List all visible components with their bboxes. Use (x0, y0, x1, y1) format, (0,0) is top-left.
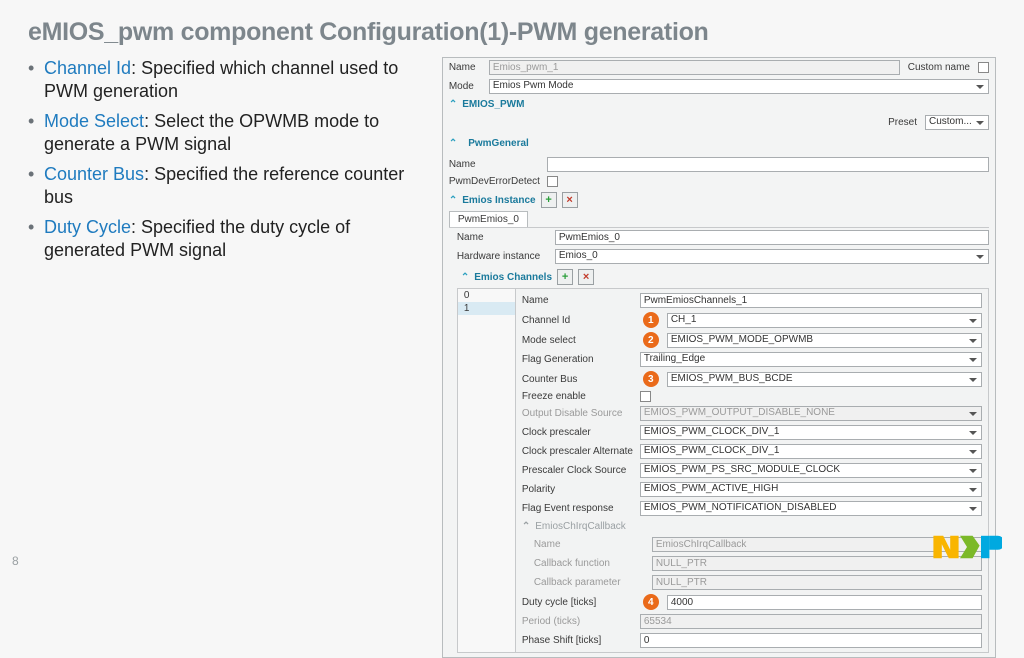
cb-fn-label: Callback function (534, 558, 644, 569)
prescaler-clock-src-label: Prescaler Clock Source (522, 465, 632, 476)
list-item[interactable]: 0 (458, 289, 515, 302)
bullet-mode-select: Mode Select: Select the OPWMB mode to ge… (28, 110, 424, 155)
add-channel-button[interactable]: + (557, 269, 573, 285)
flag-event-select[interactable]: EMIOS_PWM_NOTIFICATION_DISABLED (640, 501, 982, 516)
output-disable-select: EMIOS_PWM_OUTPUT_DISABLE_NONE (640, 406, 982, 421)
slide-title: eMIOS_pwm component Configuration(1)-PWM… (28, 18, 996, 47)
preset-label: Preset (888, 117, 917, 128)
remove-channel-button[interactable]: × (578, 269, 594, 285)
name-label: Name (449, 62, 481, 73)
chevron-down-icon[interactable]: ⌃ (449, 195, 457, 206)
ods-label: Output Disable Source (522, 408, 632, 419)
section-pwmgeneral: PwmGeneral (462, 135, 535, 152)
prescaler-clock-src-select[interactable]: EMIOS_PWM_PS_SRC_MODULE_CLOCK (640, 463, 982, 478)
flag-gen-select[interactable]: Trailing_Edge (640, 352, 982, 367)
counter-bus-select[interactable]: EMIOS_PWM_BUS_BCDE (667, 372, 982, 387)
bullet-duty-cycle: Duty Cycle: Specified the duty cycle of … (28, 216, 424, 261)
mode-select-dropdown[interactable]: EMIOS_PWM_MODE_OPWMB (667, 333, 982, 348)
clock-prescaler-select[interactable]: EMIOS_PWM_CLOCK_DIV_1 (640, 425, 982, 440)
remove-instance-button[interactable]: × (562, 192, 578, 208)
section-emios-instance: Emios Instance (462, 195, 535, 206)
gen-name-field[interactable] (547, 157, 989, 172)
clock-prescaler-label: Clock prescaler (522, 427, 632, 438)
duty-cycle-field[interactable] (667, 595, 982, 610)
callout-1: 1 (643, 312, 659, 328)
custom-name-checkbox[interactable] (978, 62, 989, 73)
callout-4: 4 (643, 594, 659, 610)
ch-id-label: Channel Id (522, 315, 632, 326)
mode-select[interactable]: Emios Pwm Mode (489, 79, 989, 94)
chevron-down-icon: ⌃ (522, 521, 530, 532)
phase-shift-label: Phase Shift [ticks] (522, 635, 632, 646)
flag-gen-label: Flag Generation (522, 354, 632, 365)
phase-shift-field[interactable] (640, 633, 982, 648)
cb-param-label: Callback parameter (534, 577, 644, 588)
inst-name-label: Name (457, 232, 547, 243)
channel-id-select[interactable]: CH_1 (667, 313, 982, 328)
duty-label: Duty cycle [ticks] (522, 597, 632, 608)
bullet-region: Channel Id: Specified which channel used… (28, 57, 424, 658)
cb-name-label: Name (534, 539, 644, 550)
gen-err-label: PwmDevErrorDetect (449, 176, 539, 187)
flag-event-label: Flag Event response (522, 503, 632, 514)
polarity-select[interactable]: EMIOS_PWM_ACTIVE_HIGH (640, 482, 982, 497)
counter-bus-label: Counter Bus (522, 374, 632, 385)
period-label: Period (ticks) (522, 616, 632, 627)
gen-name-label: Name (449, 159, 539, 170)
freeze-checkbox[interactable] (640, 391, 651, 402)
list-item[interactable]: 1 (458, 302, 515, 315)
hw-instance-select[interactable]: Emios_0 (555, 249, 989, 264)
callout-2: 2 (643, 332, 659, 348)
config-panel: Name Custom name Mode Emios Pwm Mode ⌃ E… (442, 57, 996, 658)
chevron-down-icon[interactable]: ⌃ (461, 272, 469, 283)
preset-select[interactable]: Custom... (925, 115, 989, 130)
add-instance-button[interactable]: + (541, 192, 557, 208)
dev-error-checkbox[interactable] (547, 176, 558, 187)
ch-name-label: Name (522, 295, 632, 306)
channel-index-list[interactable]: 0 1 (458, 289, 516, 652)
ch-mode-label: Mode select (522, 335, 632, 346)
clock-prescaler-alt-select[interactable]: EMIOS_PWM_CLOCK_DIV_1 (640, 444, 982, 459)
component-name-field[interactable] (489, 60, 900, 75)
custom-name-label: Custom name (908, 62, 970, 73)
chevron-down-icon[interactable]: ⌃ (449, 99, 457, 110)
section-emios-pwm: EMIOS_PWM (462, 99, 524, 110)
inst-name-field[interactable] (555, 230, 989, 245)
mode-label: Mode (449, 81, 481, 92)
inst-hw-label: Hardware instance (457, 251, 547, 262)
section-emios-channels: Emios Channels (474, 272, 552, 283)
clock-prescaler-alt-label: Clock prescaler Alternate (522, 446, 632, 457)
instance-tab[interactable]: PwmEmios_0 (449, 211, 528, 227)
bullet-counter-bus: Counter Bus: Specified the reference cou… (28, 163, 424, 208)
callback-section: EmiosChIrqCallback (535, 521, 626, 532)
polarity-label: Polarity (522, 484, 632, 495)
ch-name-field[interactable] (640, 293, 982, 308)
freeze-label: Freeze enable (522, 391, 632, 402)
chevron-down-icon[interactable]: ⌃ (449, 138, 457, 149)
callout-3: 3 (643, 371, 659, 387)
cb-param-field (652, 575, 982, 590)
period-field (640, 614, 982, 629)
page-number: 8 (12, 554, 19, 568)
bullet-channel-id: Channel Id: Specified which channel used… (28, 57, 424, 102)
nxp-logo (932, 533, 1002, 566)
